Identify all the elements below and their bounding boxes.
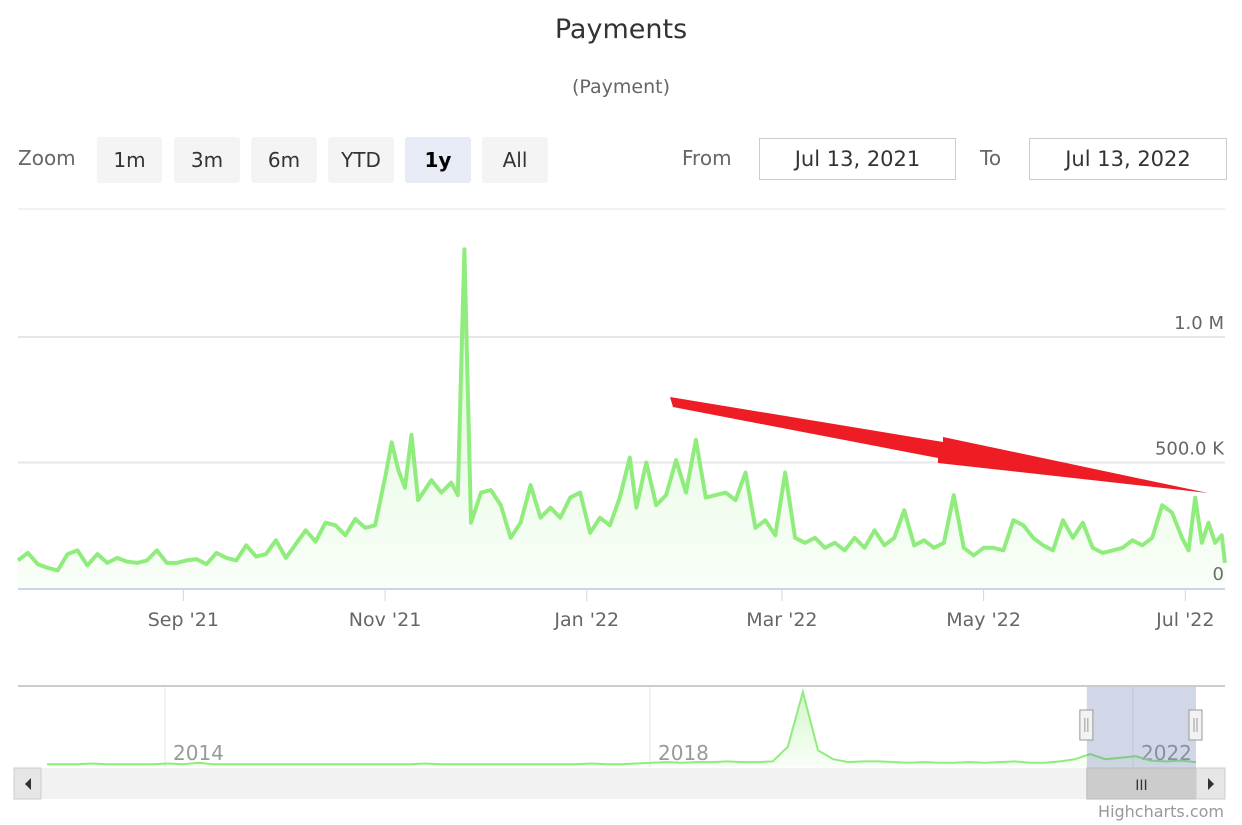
series-area-fill xyxy=(18,249,1225,588)
y-tick-label: 1.0 M xyxy=(1174,313,1224,334)
navigator[interactable]: 2014 2018 2022 xyxy=(18,685,1225,768)
credits-link[interactable]: Highcharts.com xyxy=(1098,802,1224,821)
navigator-year-grid: 2014 2018 2022 xyxy=(164,687,1192,767)
scrollbar[interactable]: III xyxy=(13,767,1226,800)
chart-canvas: 0500.0 K1.0 M Sep '21Nov '21Jan '22Mar '… xyxy=(13,208,1227,821)
trend-arrow-annotation xyxy=(670,397,1208,493)
x-tick-label: Jul '22 xyxy=(1155,609,1214,631)
navigator-year-label: 2014 xyxy=(173,741,224,765)
x-axis-ticks: Sep '21 Nov '21 Jan '22 Mar '22 May '22 Jul '… xyxy=(148,589,1215,631)
x-tick-label: Nov '21 xyxy=(349,609,422,631)
scrollbar-grip-icon: III xyxy=(1135,778,1147,794)
x-tick-label: May '22 xyxy=(946,609,1021,631)
navigator-handle-right[interactable] xyxy=(1188,709,1203,741)
x-tick-label: Mar '22 xyxy=(746,609,817,631)
scrollbar-track[interactable] xyxy=(18,768,1225,799)
navigator-selection-mask[interactable] xyxy=(1086,687,1196,768)
x-tick-label: Jan '22 xyxy=(553,609,619,631)
x-tick-label: Sep '21 xyxy=(148,609,219,631)
y-grid xyxy=(18,336,1225,464)
navigator-handle-left[interactable] xyxy=(1079,709,1094,741)
y-tick-label: 500.0 K xyxy=(1155,439,1225,460)
